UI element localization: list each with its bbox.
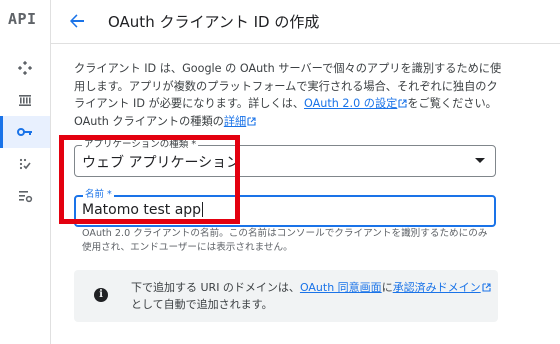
oauth-settings-link[interactable]: OAuth 2.0 の設定 xyxy=(304,97,397,110)
arrow-back-icon xyxy=(70,14,84,28)
external-link-icon xyxy=(247,116,256,126)
details-link[interactable]: 詳細 xyxy=(224,115,246,128)
rail-item-credentials[interactable] xyxy=(0,116,50,148)
info-icon xyxy=(94,288,108,302)
info-box: 下で追加する URI のドメインは、OAuth 同意画面に承認済みドメインとして… xyxy=(74,270,498,322)
info-text-part3: として自動で追加されます。 xyxy=(131,298,273,311)
rail-item-library[interactable] xyxy=(0,84,50,116)
page-title: OAuth クライアント ID の作成 xyxy=(108,13,320,31)
highlight-annotation-box xyxy=(59,135,240,224)
back-button[interactable] xyxy=(65,9,89,33)
external-link-icon xyxy=(482,283,491,292)
authorized-domains-link[interactable]: 承認済みドメイン xyxy=(393,281,481,294)
page-header: OAuth クライアント ID の作成 xyxy=(51,0,560,44)
consent-screen-link[interactable]: OAuth 同意画面 xyxy=(300,281,382,294)
external-link-icon xyxy=(398,99,407,108)
rail-item-dashboard[interactable] xyxy=(0,52,50,84)
description: クライアント ID は、Google の OAuth サーバーで個々のアプリを識… xyxy=(74,60,504,130)
dropdown-arrow-icon[interactable] xyxy=(475,158,485,163)
key-icon xyxy=(17,128,32,136)
info-text-part2: に xyxy=(381,281,393,294)
diamond-grid-icon xyxy=(18,61,32,75)
name-helper-text: OAuth 2.0 クライアントの名前。この名前はコンソールでクライアントを識別… xyxy=(82,228,488,253)
left-nav-rail: API xyxy=(0,0,51,344)
library-icon xyxy=(19,95,31,106)
settings-list-icon xyxy=(18,191,32,203)
info-text-part1: 下で追加する URI のドメインは、 xyxy=(131,281,300,294)
checklist-icon xyxy=(19,158,31,170)
api-logo[interactable]: API xyxy=(8,10,46,30)
info-text: 下で追加する URI のドメインは、OAuth 同意画面に承認済みドメインとして… xyxy=(131,279,493,313)
rail-item-consent[interactable] xyxy=(0,148,50,180)
rail-item-settings[interactable] xyxy=(0,180,50,212)
